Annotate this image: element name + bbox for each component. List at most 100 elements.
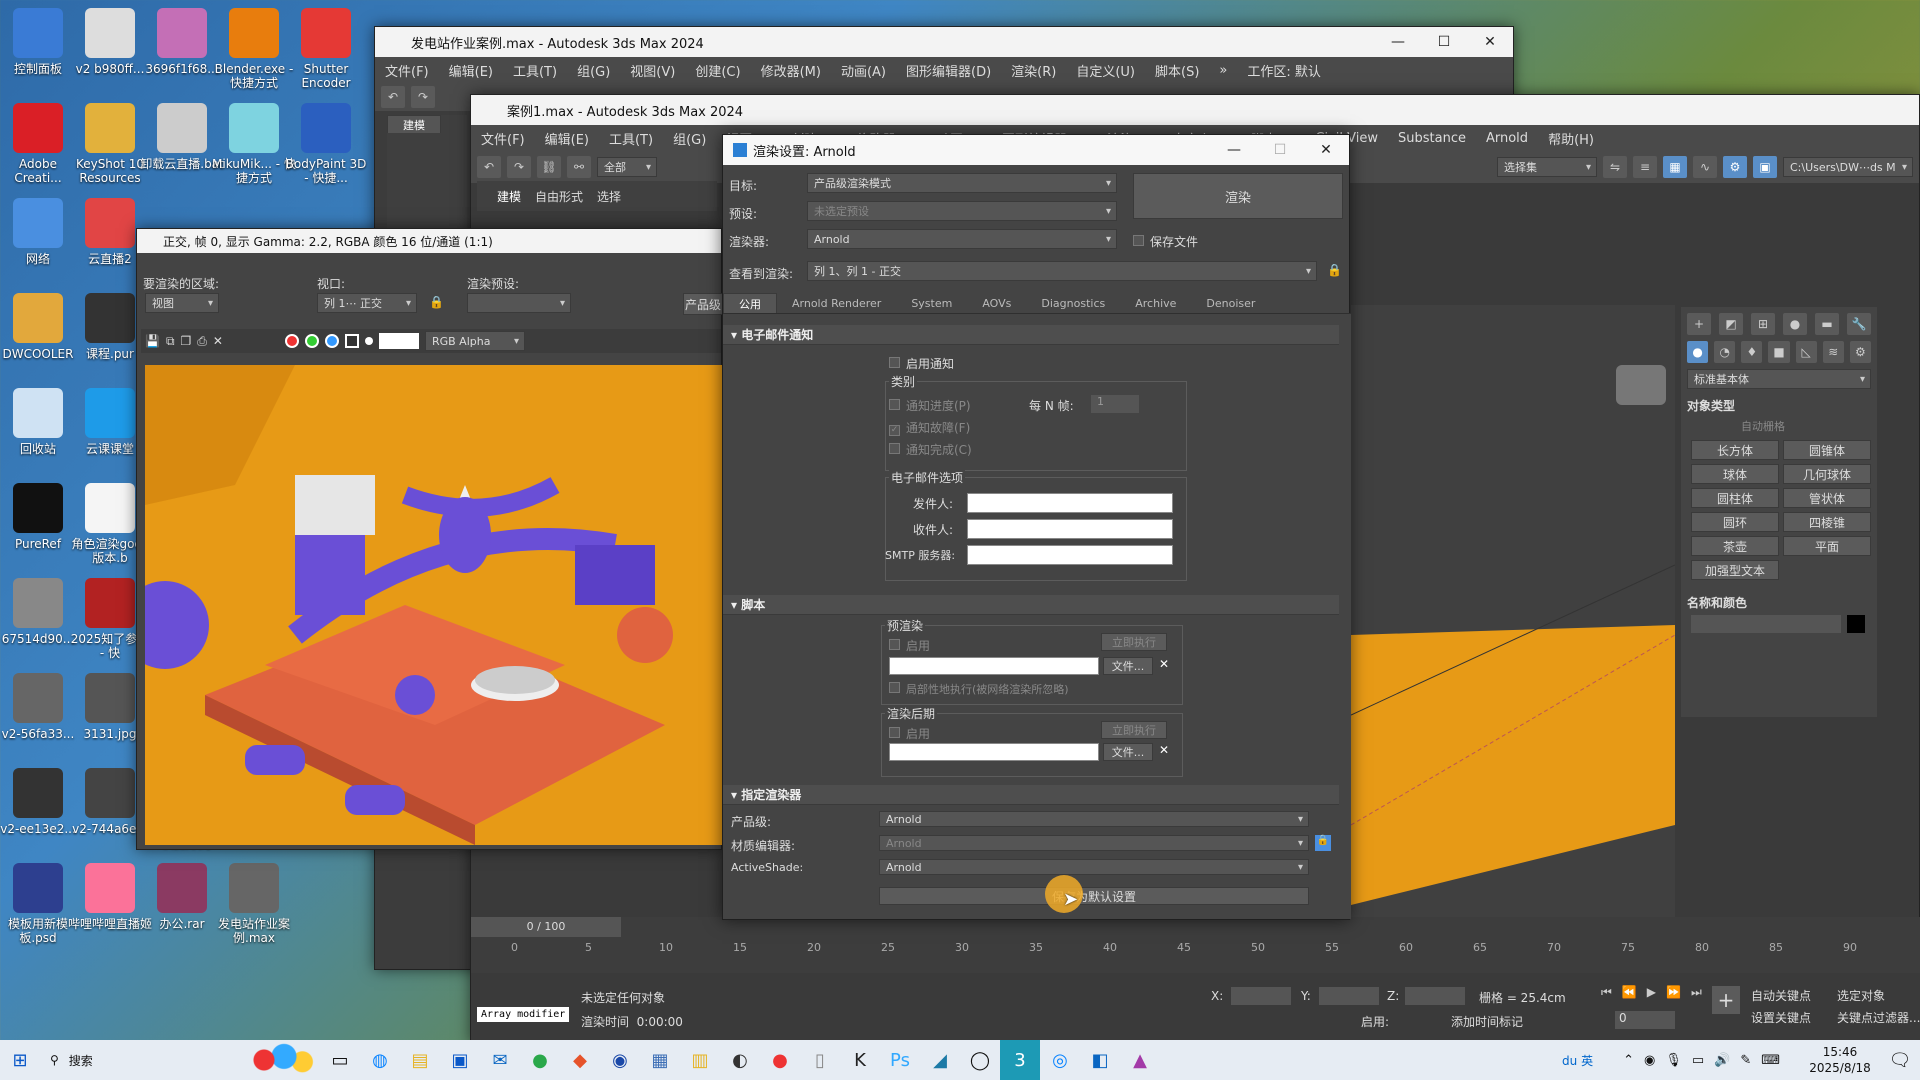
post-render-clear-icon[interactable]: ✕ [1159,743,1169,757]
render-preset-dropdown[interactable] [467,293,571,313]
primitive-button[interactable]: 加强型文本 [1691,560,1779,580]
frame-field[interactable]: 0 [1615,1011,1675,1029]
align-icon[interactable]: ≡ [1633,156,1657,178]
auto-grid-checkbox[interactable]: 自动栅格 [1681,416,1877,436]
name-color-header[interactable]: 名称和颜色 [1681,584,1877,615]
mirror-icon[interactable]: ⇋ [1603,156,1627,178]
notify-complete-box[interactable] [889,443,900,454]
max-back-titlebar[interactable]: 发电站作业案例.max - Autodesk 3ds Max 2024 — ☐ … [375,27,1513,57]
channel-dropdown[interactable]: RGB Alpha [424,331,525,351]
pre-render-path-field[interactable] [889,657,1099,675]
notification-icon[interactable]: 🗨 [1880,1040,1920,1080]
perspective-viewport[interactable] [1351,305,1675,917]
windows-start-icon[interactable]: ⊞ [0,1040,40,1080]
save-icon[interactable]: 💾 [145,334,160,348]
hierarchy-icon[interactable]: ⊞ [1751,313,1775,335]
pre-render-clear-icon[interactable]: ✕ [1159,657,1169,671]
copy-icon[interactable]: ⧉ [166,334,175,349]
redo-icon[interactable]: ↷ [507,156,531,178]
primitive-button[interactable]: 球体 [1691,464,1779,484]
email-notification-header[interactable]: ▾ 电子邮件通知 [723,325,1339,345]
notify-progress-box[interactable] [889,399,900,410]
blender-tray-icon[interactable]: ◉ [600,1040,640,1080]
menu-item[interactable]: 脚本(S) [1145,61,1209,80]
app-icon-8[interactable]: ▲ [1120,1040,1160,1080]
menu-item[interactable]: 动画(A) [831,61,896,80]
object-color-swatch[interactable] [1847,615,1865,633]
set-key-button[interactable]: 设置关键点 [1751,1009,1811,1026]
max-front-titlebar[interactable]: 案例1.max - Autodesk 3ds Max 2024 [471,95,1919,125]
tab-denoiser[interactable]: Denoiser [1191,293,1270,313]
material-editor-dropdown[interactable]: Arnold [879,835,1309,851]
geometry-icon[interactable]: ● [1687,341,1709,363]
close-icon[interactable]: ✕ [1467,27,1513,57]
z-field[interactable] [1405,987,1465,1005]
primitive-button[interactable]: 平面 [1783,536,1871,556]
color-swatch[interactable] [378,333,419,349]
primitive-button[interactable]: 圆柱体 [1691,488,1779,508]
timeline[interactable]: 0 / 100 0 5 10 15 20 25 30 35 40 45 50 55 60 65 70 75 80… [471,917,1920,973]
app-icon-6[interactable]: ◎ [1040,1040,1080,1080]
next-frame-icon[interactable]: ⏩ [1666,985,1681,1000]
local-execute-checkbox[interactable]: 局部性地执行(被网络渲染所忽略) [889,681,1069,697]
lights-icon[interactable]: ♦ [1741,341,1763,363]
selection-filter-dropdown[interactable]: 全部 [597,157,657,177]
undo-icon[interactable]: ↶ [477,156,501,178]
notify-failure-box[interactable]: ✓ [889,425,900,436]
shapes-icon[interactable]: ◔ [1714,341,1736,363]
outlook-icon[interactable]: ✉ [480,1040,520,1080]
undo-icon[interactable]: ↶ [381,86,405,108]
menu-item[interactable]: 组(G) [663,129,716,148]
app-icon-1[interactable]: ▦ [640,1040,680,1080]
chevron-up-icon[interactable]: ⌃ [1623,1053,1634,1068]
unlink-icon[interactable]: ⚯ [567,156,591,178]
object-type-header[interactable]: 对象类型 [1681,389,1877,416]
menu-item[interactable]: 文件(F) [471,129,535,148]
photoshop-icon[interactable]: Ps [880,1040,920,1080]
to-field[interactable] [967,519,1173,539]
app-icon-2[interactable]: ▥ [680,1040,720,1080]
render-setup-dialog[interactable]: 渲染设置: Arnold — ☐ ✕ 目标: 产品级渲染模式 预设: 未选定预设… [722,134,1351,920]
viewport-dropdown[interactable]: 列 1⋯ 正交 [317,293,417,313]
close-icon[interactable]: ✕ [1303,135,1349,165]
menu-item[interactable]: 文件(F) [375,61,439,80]
motion-icon[interactable]: ● [1783,313,1807,335]
post-render-enable-box[interactable] [889,727,900,738]
link-icon[interactable]: ⛓ [537,156,561,178]
ribbon-tab-build[interactable]: 建模 [497,188,521,205]
cameras-icon[interactable]: ■ [1768,341,1790,363]
menu-item[interactable]: 图形编辑器(D) [896,61,1001,80]
smtp-field[interactable] [967,545,1173,565]
menu-item[interactable]: » [1209,63,1237,78]
desktop-icon[interactable]: Shutter Encoder [284,8,368,90]
notepad-icon[interactable]: ▯ [800,1040,840,1080]
renderer-dropdown[interactable]: Arnold [807,229,1117,249]
render-area-dropdown[interactable]: 视图 [145,293,219,313]
bandicam-icon[interactable]: ◆ [560,1040,600,1080]
activeshade-dropdown[interactable]: Arnold [879,859,1309,875]
object-name-field[interactable] [1691,615,1841,633]
mono-icon[interactable] [344,334,359,348]
keyboard-icon[interactable]: ⌨ [1761,1053,1780,1068]
selected-dropdown[interactable]: 选定对象 [1837,987,1885,1004]
notify-complete-checkbox[interactable]: 通知完成(C) [889,441,972,458]
menu-item[interactable]: 修改器(M) [751,61,831,80]
scene-explorer-icon[interactable]: ▦ [1663,156,1687,178]
app-icon-5[interactable]: ◢ [920,1040,960,1080]
project-path[interactable]: C:\Users\DW⋯ds M [1783,157,1913,177]
render-button[interactable]: 渲染 [1133,173,1343,219]
selection-set-dropdown[interactable]: 选择集 [1497,157,1597,177]
save-default-button[interactable]: 保存为默认设置 [879,887,1309,905]
desktop-icon[interactable]: 发电站作业案例.max [212,863,296,945]
set-key-plus-button[interactable]: + [1711,985,1741,1015]
pureref-icon[interactable]: ◯ [960,1040,1000,1080]
tab-archive[interactable]: Archive [1120,293,1191,313]
render-frame-icon[interactable]: ▣ [1753,156,1777,178]
lock-icon[interactable]: 🔒 [429,295,444,309]
store-icon[interactable]: ▣ [440,1040,480,1080]
task-view-icon[interactable]: ▭ [320,1040,360,1080]
menu-item[interactable]: 工具(T) [599,129,663,148]
systems-icon[interactable]: ⚙ [1849,341,1871,363]
keyshot-icon[interactable]: K [840,1040,880,1080]
save-file-checkbox[interactable]: 保存文件 [1133,233,1198,250]
